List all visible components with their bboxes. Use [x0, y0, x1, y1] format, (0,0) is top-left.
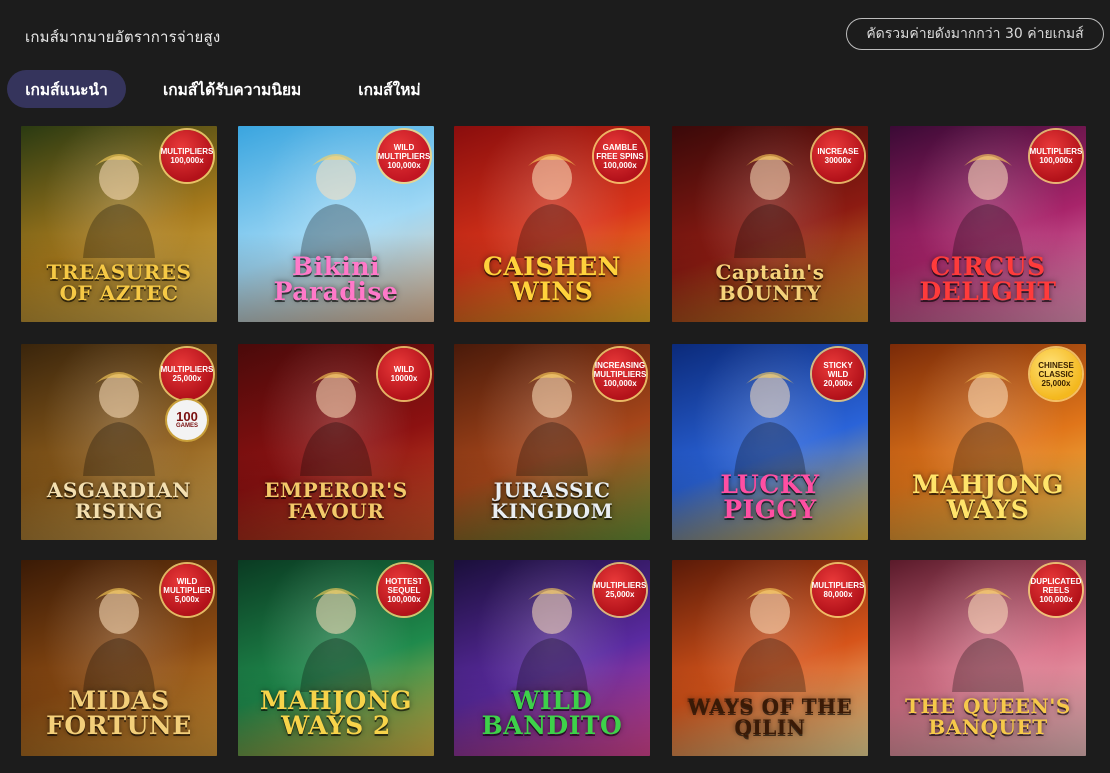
game-tile[interactable]: GAMBLE FREE SPINS 100,000x CAISHEN WINS [454, 126, 650, 322]
game-title: MAHJONG WAYS [912, 470, 1064, 524]
game-tile[interactable]: MULTIPLIERS 25,000x WILD BANDITO [454, 560, 650, 756]
multiplier-badge: MULTIPLIERS 25,000x [594, 564, 646, 616]
game-character-icon [300, 372, 372, 476]
section-header: เกมส์มากมายอัตราการจ่ายสูง คัดรวมค่ายดัง… [0, 0, 1110, 70]
game-title: Captain's BOUNTY [715, 260, 825, 305]
game-title: LUCKY PIGGY [720, 470, 820, 524]
game-character-icon [734, 372, 806, 476]
multiplier-badge: WILD 10000x [378, 348, 430, 400]
tab-recommended[interactable]: เกมส์แนะนำ [7, 70, 126, 108]
multiplier-badge: MULTIPLIERS 100,000x [1030, 130, 1082, 182]
game-tile[interactable]: INCREASE 30000x Captain's BOUNTY [672, 126, 868, 322]
game-title: WILD BANDITO [481, 686, 623, 740]
game-title: JURASSIC KINGDOM [490, 478, 614, 523]
game-tile[interactable]: MULTIPLIERS 25,000x 100 GAMES ASGARDIAN RIS… [21, 344, 217, 540]
games-count-stamp: 100 GAMES [167, 400, 207, 440]
game-title: ASGARDIAN RISING [46, 478, 192, 523]
game-title: MIDAS FORTUNE [46, 686, 192, 740]
multiplier-badge: INCREASING MULTIPLIERS 100,000x [594, 348, 646, 400]
game-title: CAISHEN WINS [482, 252, 622, 306]
multiplier-badge: GAMBLE FREE SPINS 100,000x [594, 130, 646, 182]
game-title: EMPEROR'S FAVOUR [264, 478, 408, 523]
game-tile[interactable]: STICKY WILD 20,000x LUCKY PIGGY [672, 344, 868, 540]
game-character-icon [734, 588, 806, 692]
stamp-label: GAMES [175, 422, 198, 429]
game-tile[interactable]: DUPLICATED REELS 100,000x THE QUEEN'S BAN… [890, 560, 1086, 756]
game-tile[interactable]: WILD MULTIPLIER 5,000x MIDAS FORTUNE [21, 560, 217, 756]
stamp-number: 100 [176, 408, 198, 424]
all-providers-button[interactable]: คัดรวมค่ายดังมากกว่า 30 ค่ายเกมส์ [846, 18, 1104, 50]
multiplier-badge: DUPLICATED REELS 100,000x [1030, 564, 1082, 616]
game-tile[interactable]: MULTIPLIERS 100,000x TREASURES OF AZTEC [21, 126, 217, 322]
game-title: TREASURES OF AZTEC [46, 260, 192, 305]
game-character-icon [83, 372, 155, 476]
game-tile[interactable]: INCREASING MULTIPLIERS 100,000x JURASSIC … [454, 344, 650, 540]
game-title: Bikini Paradise [273, 252, 399, 306]
game-character-icon [300, 154, 372, 258]
multiplier-badge: MULTIPLIERS 100,000x [161, 130, 213, 182]
game-character-icon [516, 588, 588, 692]
multiplier-badge: WILD MULTIPLIER 5,000x [161, 564, 213, 616]
game-character-icon [516, 154, 588, 258]
game-character-icon [83, 588, 155, 692]
multiplier-badge: HOTTEST SEQUEL 100,000x [378, 564, 430, 616]
multiplier-badge: INCREASE 30000x [812, 130, 864, 182]
game-tile[interactable]: MULTIPLIERS 80,000x WAYS OF THE QILIN [672, 560, 868, 756]
game-character-icon [516, 372, 588, 476]
multiplier-badge: MULTIPLIERS 80,000x [812, 564, 864, 616]
game-category-tabs: เกมส์แนะนำ เกมส์ได้รับความนิยม เกมส์ใหม่ [7, 70, 421, 108]
section-title: เกมส์มากมายอัตราการจ่ายสูง [25, 28, 221, 46]
game-tile[interactable]: WILD MULTIPLIERS 100,000x Bikini Paradise [238, 126, 434, 322]
game-character-icon [83, 154, 155, 258]
tab-new[interactable]: เกมส์ใหม่ [358, 70, 420, 108]
game-tile[interactable]: HOTTEST SEQUEL 100,000x MAHJONG WAYS 2 [238, 560, 434, 756]
multiplier-badge: MULTIPLIERS 25,000x [161, 348, 213, 400]
multiplier-badge: WILD MULTIPLIERS 100,000x [378, 130, 430, 182]
game-title: MAHJONG WAYS 2 [260, 686, 412, 740]
tab-popular[interactable]: เกมส์ได้รับความนิยม [163, 70, 301, 108]
game-character-icon [300, 588, 372, 692]
game-character-icon [734, 154, 806, 258]
game-title: WAYS OF THE QILIN [687, 694, 853, 739]
game-character-icon [952, 372, 1024, 476]
game-tile[interactable]: WILD 10000x EMPEROR'S FAVOUR [238, 344, 434, 540]
game-title: CIRCUS DELIGHT [919, 252, 1057, 306]
game-character-icon [952, 154, 1024, 258]
game-title: THE QUEEN'S BANQUET [905, 694, 1071, 739]
game-tile[interactable]: CHINESE CLASSIC 25,000x MAHJONG WAYS [890, 344, 1086, 540]
game-character-icon [952, 588, 1024, 692]
multiplier-badge: CHINESE CLASSIC 25,000x [1030, 348, 1082, 400]
game-tile[interactable]: MULTIPLIERS 100,000x CIRCUS DELIGHT [890, 126, 1086, 322]
multiplier-badge: STICKY WILD 20,000x [812, 348, 864, 400]
